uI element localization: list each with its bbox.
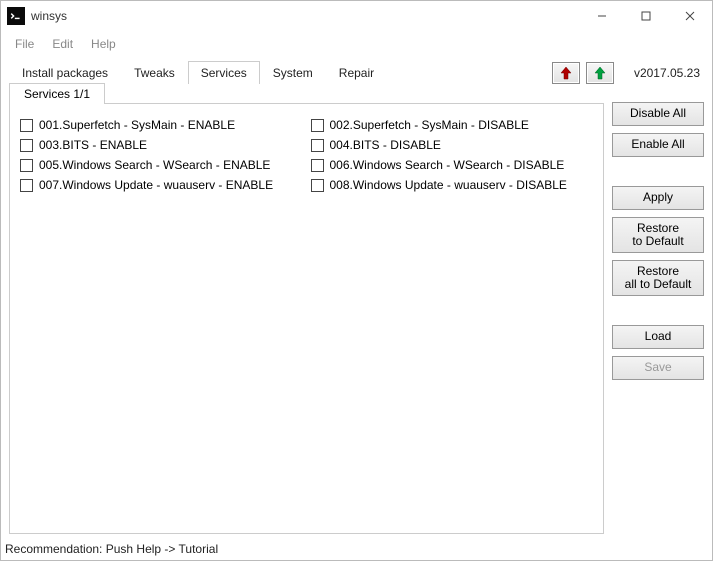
load-button[interactable]: Load: [612, 325, 704, 349]
save-button[interactable]: Save: [612, 356, 704, 380]
content-area: Services 1/1 001.Superfetch - SysMain - …: [1, 84, 712, 538]
checkbox[interactable]: [311, 179, 324, 192]
tab-system[interactable]: System: [260, 61, 326, 84]
disable-all-button[interactable]: Disable All: [612, 102, 704, 126]
service-label: 007.Windows Update - wuauserv - ENABLE: [39, 178, 273, 192]
checkbox[interactable]: [311, 139, 324, 152]
service-label: 002.Superfetch - SysMain - DISABLE: [330, 118, 529, 132]
arrow-up-red-icon: [560, 66, 572, 80]
restore-all-to-default-button[interactable]: Restore all to Default: [612, 260, 704, 296]
arrow-up-green-button[interactable]: [586, 62, 614, 84]
service-item[interactable]: 001.Superfetch - SysMain - ENABLE: [20, 118, 303, 132]
apply-button[interactable]: Apply: [612, 186, 704, 210]
service-item[interactable]: 002.Superfetch - SysMain - DISABLE: [311, 118, 594, 132]
service-item[interactable]: 004.BITS - DISABLE: [311, 138, 594, 152]
services-column-2: 002.Superfetch - SysMain - DISABLE 004.B…: [311, 118, 594, 519]
service-item[interactable]: 007.Windows Update - wuauserv - ENABLE: [20, 178, 303, 192]
status-bar: Recommendation: Push Help -> Tutorial: [1, 538, 712, 560]
menu-edit[interactable]: Edit: [44, 35, 81, 53]
checkbox[interactable]: [311, 159, 324, 172]
services-panel: 001.Superfetch - SysMain - ENABLE 003.BI…: [9, 103, 604, 534]
checkbox[interactable]: [20, 179, 33, 192]
checkbox[interactable]: [20, 139, 33, 152]
sidebar-actions: Disable All Enable All Apply Restore to …: [604, 84, 704, 534]
menu-file[interactable]: File: [7, 35, 42, 53]
service-label: 001.Superfetch - SysMain - ENABLE: [39, 118, 235, 132]
app-icon: [7, 7, 25, 25]
minimize-button[interactable]: [580, 1, 624, 31]
tab-tweaks[interactable]: Tweaks: [121, 61, 188, 84]
tab-services[interactable]: Services: [188, 61, 260, 84]
titlebar: winsys: [1, 1, 712, 31]
toolbar-row: Install packages Tweaks Services System …: [1, 57, 712, 84]
service-label: 004.BITS - DISABLE: [330, 138, 441, 152]
window-title: winsys: [31, 9, 67, 23]
close-button[interactable]: [668, 1, 712, 31]
service-item[interactable]: 008.Windows Update - wuauserv - DISABLE: [311, 178, 594, 192]
enable-all-button[interactable]: Enable All: [612, 133, 704, 157]
service-label: 008.Windows Update - wuauserv - DISABLE: [330, 178, 567, 192]
checkbox[interactable]: [20, 119, 33, 132]
checkbox[interactable]: [311, 119, 324, 132]
service-label: 003.BITS - ENABLE: [39, 138, 147, 152]
tab-install-packages[interactable]: Install packages: [9, 61, 121, 84]
arrow-up-green-icon: [594, 66, 606, 80]
main-tabs: Install packages Tweaks Services System …: [9, 61, 387, 84]
service-label: 005.Windows Search - WSearch - ENABLE: [39, 158, 270, 172]
menu-help[interactable]: Help: [83, 35, 124, 53]
tab-repair[interactable]: Repair: [326, 61, 387, 84]
service-item[interactable]: 006.Windows Search - WSearch - DISABLE: [311, 158, 594, 172]
arrow-up-red-button[interactable]: [552, 62, 580, 84]
service-item[interactable]: 003.BITS - ENABLE: [20, 138, 303, 152]
service-label: 006.Windows Search - WSearch - DISABLE: [330, 158, 565, 172]
version-label: v2017.05.23: [634, 66, 700, 80]
checkbox[interactable]: [20, 159, 33, 172]
button-label: Restore to Default: [632, 222, 683, 248]
subtab-services-1[interactable]: Services 1/1: [9, 83, 105, 104]
menubar: File Edit Help: [1, 31, 712, 57]
restore-to-default-button[interactable]: Restore to Default: [612, 217, 704, 253]
maximize-button[interactable]: [624, 1, 668, 31]
service-item[interactable]: 005.Windows Search - WSearch - ENABLE: [20, 158, 303, 172]
button-label: Restore all to Default: [625, 265, 692, 291]
sub-tabs: Services 1/1: [9, 83, 604, 104]
services-column-1: 001.Superfetch - SysMain - ENABLE 003.BI…: [20, 118, 303, 519]
